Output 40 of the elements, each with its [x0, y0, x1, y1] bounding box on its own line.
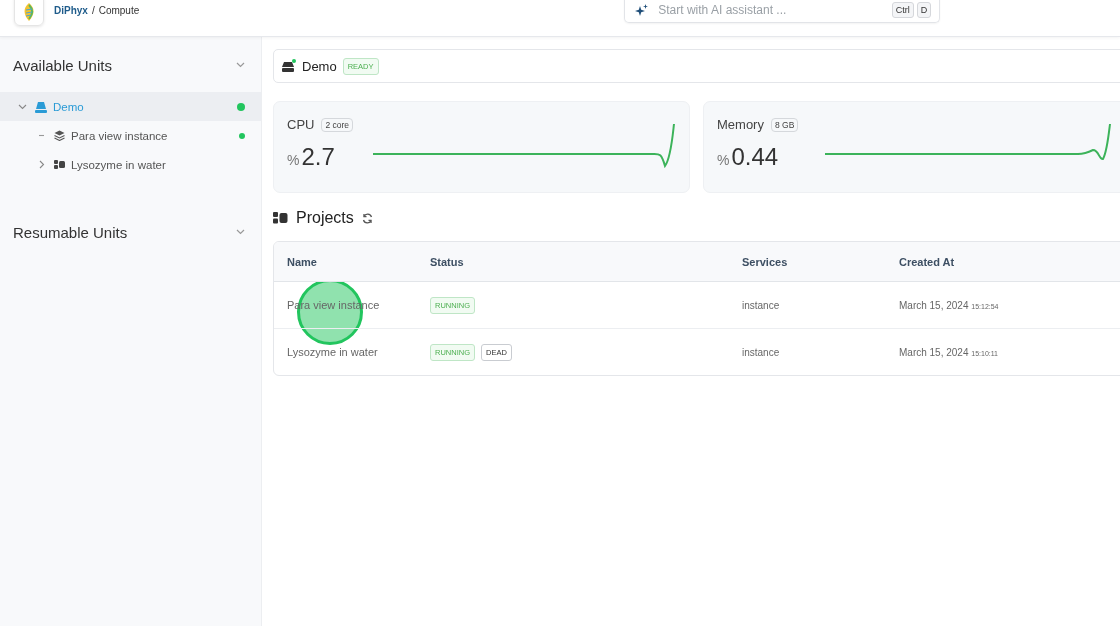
- sparkle-icon: [635, 3, 649, 17]
- percent-sign: %: [717, 152, 730, 168]
- server-icon: [282, 59, 296, 73]
- chevron-down-icon[interactable]: [236, 229, 245, 235]
- shortcut-key: D: [916, 2, 932, 18]
- percent-sign: %: [287, 152, 300, 168]
- metric-label: CPU: [287, 117, 315, 132]
- services-cell-text: instance: [742, 346, 781, 358]
- metric-label: Memory: [717, 117, 764, 132]
- logo-icon[interactable]: [14, 0, 44, 26]
- search-input[interactable]: Start with AI assistant ...: [656, 2, 884, 18]
- breadcrumb-current: Compute: [98, 5, 140, 16]
- shortcut-key: Ctrl: [891, 2, 914, 18]
- refresh-icon[interactable]: [361, 212, 373, 224]
- ai-assistant-search-bar[interactable]: Start with AI assistant ... Ctrl D: [624, 0, 941, 23]
- column-header: Services: [742, 255, 789, 268]
- section-title: Resumable Units: [13, 223, 128, 241]
- chevron-right-icon[interactable]: [37, 160, 46, 169]
- chevron-down-icon[interactable]: [236, 62, 245, 68]
- metric-capacity-tag: 8 GB: [770, 117, 799, 132]
- column-header: Name: [287, 255, 318, 268]
- layers-icon: [54, 130, 65, 141]
- unit-name: Demo: [302, 58, 337, 74]
- breadcrumb-separator: /: [91, 5, 95, 16]
- section-title: Projects: [296, 209, 354, 227]
- blocks-icon: [54, 160, 65, 169]
- section-title: Available Units: [13, 56, 112, 74]
- tree-item[interactable]: Lysozyme in water: [0, 150, 261, 179]
- column-header: Status: [430, 255, 465, 268]
- metric-value: 2.7: [301, 143, 336, 171]
- server-icon: [35, 100, 47, 113]
- metric-capacity-tag: 2 core: [321, 117, 354, 132]
- tree-item[interactable]: Para view instance: [0, 121, 261, 150]
- project-name: Lysozyme in water: [287, 346, 379, 358]
- projects-icon: [273, 212, 288, 224]
- chevron-down-icon[interactable]: [18, 102, 27, 111]
- services-cell-text: instance: [742, 299, 781, 311]
- column-header: Created At: [899, 255, 956, 268]
- breadcrumb-link[interactable]: DiPhyx: [54, 5, 88, 16]
- metric-value: 0.44: [731, 143, 780, 171]
